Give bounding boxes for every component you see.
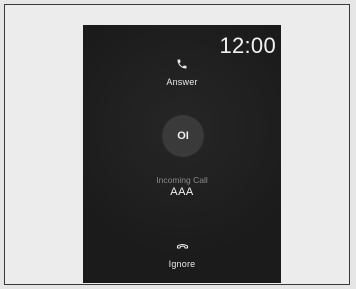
answer-button[interactable]: Answer xyxy=(83,57,281,87)
ignore-button[interactable]: Ignore xyxy=(83,239,281,269)
clock-display: 12:00 xyxy=(219,33,276,58)
incoming-call-screen: 12:00 Answer OI Incoming Call AAA Ignore xyxy=(83,25,281,283)
caller-avatar: OI xyxy=(162,115,204,157)
hang-up-icon xyxy=(175,239,189,253)
caller-name: AAA xyxy=(170,186,194,198)
phone-icon xyxy=(175,57,189,71)
ignore-label: Ignore xyxy=(168,259,196,269)
call-status-text: Incoming Call xyxy=(156,175,208,185)
illustration-frame: 12:00 Answer OI Incoming Call AAA Ignore xyxy=(4,4,350,285)
answer-label: Answer xyxy=(166,77,198,87)
avatar-initials: OI xyxy=(177,130,189,142)
